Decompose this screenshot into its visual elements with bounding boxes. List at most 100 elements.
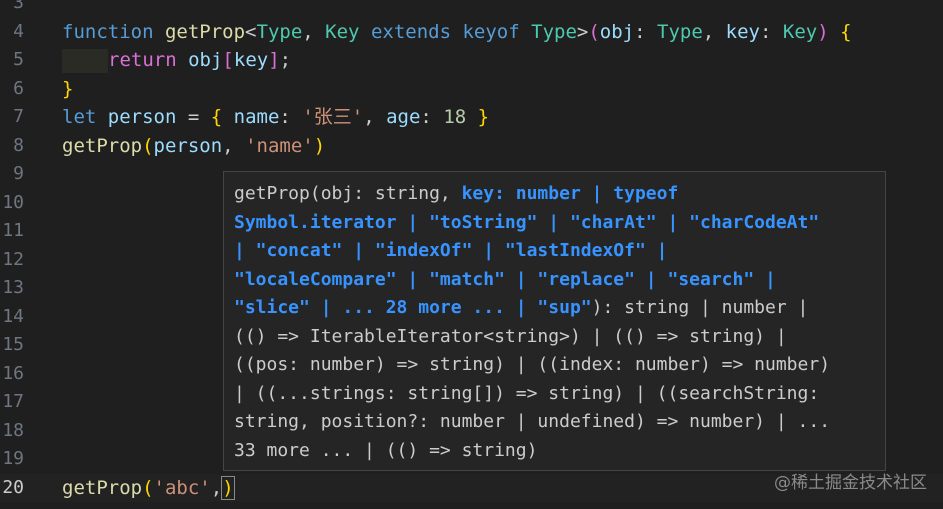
code-token: getProp (62, 476, 143, 499)
code-token: ) (221, 475, 235, 500)
code-token: '张三' (302, 106, 364, 128)
tooltip-line: getProp(obj: string, key: number | typeo… (234, 180, 875, 209)
signature-text: getProp(obj: string, (234, 183, 462, 204)
signature-text: ): string | number | (591, 297, 809, 318)
code-token: Type (657, 20, 703, 43)
code-text[interactable]: return obj[key]; (62, 46, 291, 75)
code-token: , (222, 134, 246, 157)
line-number: 10 (2, 191, 24, 213)
code-token: ] (268, 49, 280, 71)
code-token: : (634, 20, 658, 43)
code-token: person (107, 106, 177, 128)
active-parameter-text: "slice" | ... 28 more ... | "sup" (234, 297, 592, 318)
code-text[interactable]: getProp('abc',) (62, 474, 235, 503)
code-text[interactable]: function getProp<Type, Key extends keyof… (62, 18, 852, 47)
tooltip-line: "slice" | ... 28 more ... | "sup"): stri… (234, 294, 875, 323)
tooltip-line: string, position?: number | undefined) =… (234, 408, 875, 437)
code-token: person (153, 134, 223, 157)
code-token: 18 (443, 106, 467, 128)
line-number: 4 (13, 20, 24, 42)
code-token: Key (325, 20, 360, 43)
code-token: } (62, 77, 74, 100)
tooltip-line: (() => IterableIterator<string>) | (() =… (234, 323, 875, 352)
code-line[interactable]: 5 return obj[key]; (0, 46, 943, 75)
line-number: 9 (13, 163, 24, 184)
code-token: key (233, 49, 269, 71)
code-token: 'name' (245, 134, 314, 157)
code-token: ( (142, 476, 154, 499)
code-token: [ (222, 49, 234, 71)
active-parameter-text: Symbol.iterator | "toString" | "charAt" … (234, 211, 820, 233)
code-token: , (302, 20, 326, 43)
code-token: keyof (462, 20, 520, 43)
code-token: ( (588, 20, 600, 43)
code-token: < (245, 20, 257, 43)
code-token: age (386, 106, 421, 128)
code-text[interactable]: let person = { name: '张三', age: 18 } (62, 103, 489, 132)
tooltip-line: "localeCompare" | "match" | "replace" | … (234, 266, 875, 295)
line-number: 14 (2, 305, 24, 327)
code-token: : (420, 106, 444, 128)
code-token: obj (599, 20, 635, 43)
line-number: 6 (13, 77, 24, 99)
tooltip-line: | ((...strings: string[]) => string) | (… (234, 380, 875, 409)
watermark: @稀土掘金技术社区 (774, 473, 927, 493)
tooltip-line: ((pos: number) => string) | ((index: num… (234, 351, 875, 380)
code-text[interactable]: getProp(person, 'name') (62, 132, 325, 161)
active-parameter-text: key: number | typeof (461, 183, 679, 204)
code-token: = (176, 106, 211, 128)
code-token: getProp (164, 20, 246, 43)
code-token: key (725, 20, 760, 43)
code-token: return (108, 49, 177, 71)
active-parameter-text: | "concat" | "indexOf" | "lastIndexOf" | (234, 240, 668, 261)
code-token: { (210, 106, 223, 128)
code-line[interactable]: 3 (0, 0, 943, 18)
signature-text: 33 more ... | (() => string) (234, 439, 538, 461)
line-number: 11 (2, 220, 24, 241)
signature-text: string, position?: number | undefined) =… (234, 411, 831, 432)
signature-text: (() => IterableIterator<string>) | (() =… (234, 325, 787, 347)
signature-text: ((pos: number) => string) | ((index: num… (234, 354, 831, 375)
code-token: ) (313, 134, 326, 157)
code-token: extends (370, 20, 452, 43)
line-number: 7 (13, 106, 24, 127)
code-line[interactable]: 4 function getProp<Type, Key extends keyo… (0, 18, 943, 47)
line-number: 3 (13, 0, 24, 13)
tooltip-line: | "concat" | "indexOf" | "lastIndexOf" | (234, 237, 875, 266)
indent-guide (62, 48, 108, 73)
code-token: name (233, 106, 280, 128)
line-number: 19 (2, 448, 24, 469)
code-text[interactable]: } (62, 75, 73, 104)
code-token: > (576, 20, 589, 43)
code-token: Type (256, 20, 303, 43)
tooltip-line: 33 more ... | (() => string) (234, 437, 875, 466)
code-token: { (840, 20, 852, 43)
code-line[interactable]: 6} (0, 75, 943, 104)
code-token: : (760, 20, 783, 43)
code-token: Type (531, 20, 577, 43)
code-token: 'abc' (153, 476, 211, 499)
line-number: 12 (2, 248, 24, 270)
code-token: , (702, 20, 726, 43)
line-number: 20 (2, 476, 24, 498)
code-token: } (477, 106, 490, 128)
code-line[interactable]: 7 let person = { name: '张三', age: 18 } (0, 103, 943, 132)
line-number: 16 (2, 362, 24, 384)
tooltip-line: Symbol.iterator | "toString" | "charAt" … (234, 209, 875, 238)
code-token: , (363, 106, 387, 128)
code-token: ( (142, 134, 154, 157)
code-line[interactable]: 8 getProp(person, 'name') (0, 132, 943, 161)
active-parameter-text: "localeCompare" | "match" | "replace" | … (234, 268, 776, 290)
code-token: Key (782, 20, 818, 43)
line-number: 15 (2, 334, 24, 355)
code-token: let (62, 106, 97, 128)
